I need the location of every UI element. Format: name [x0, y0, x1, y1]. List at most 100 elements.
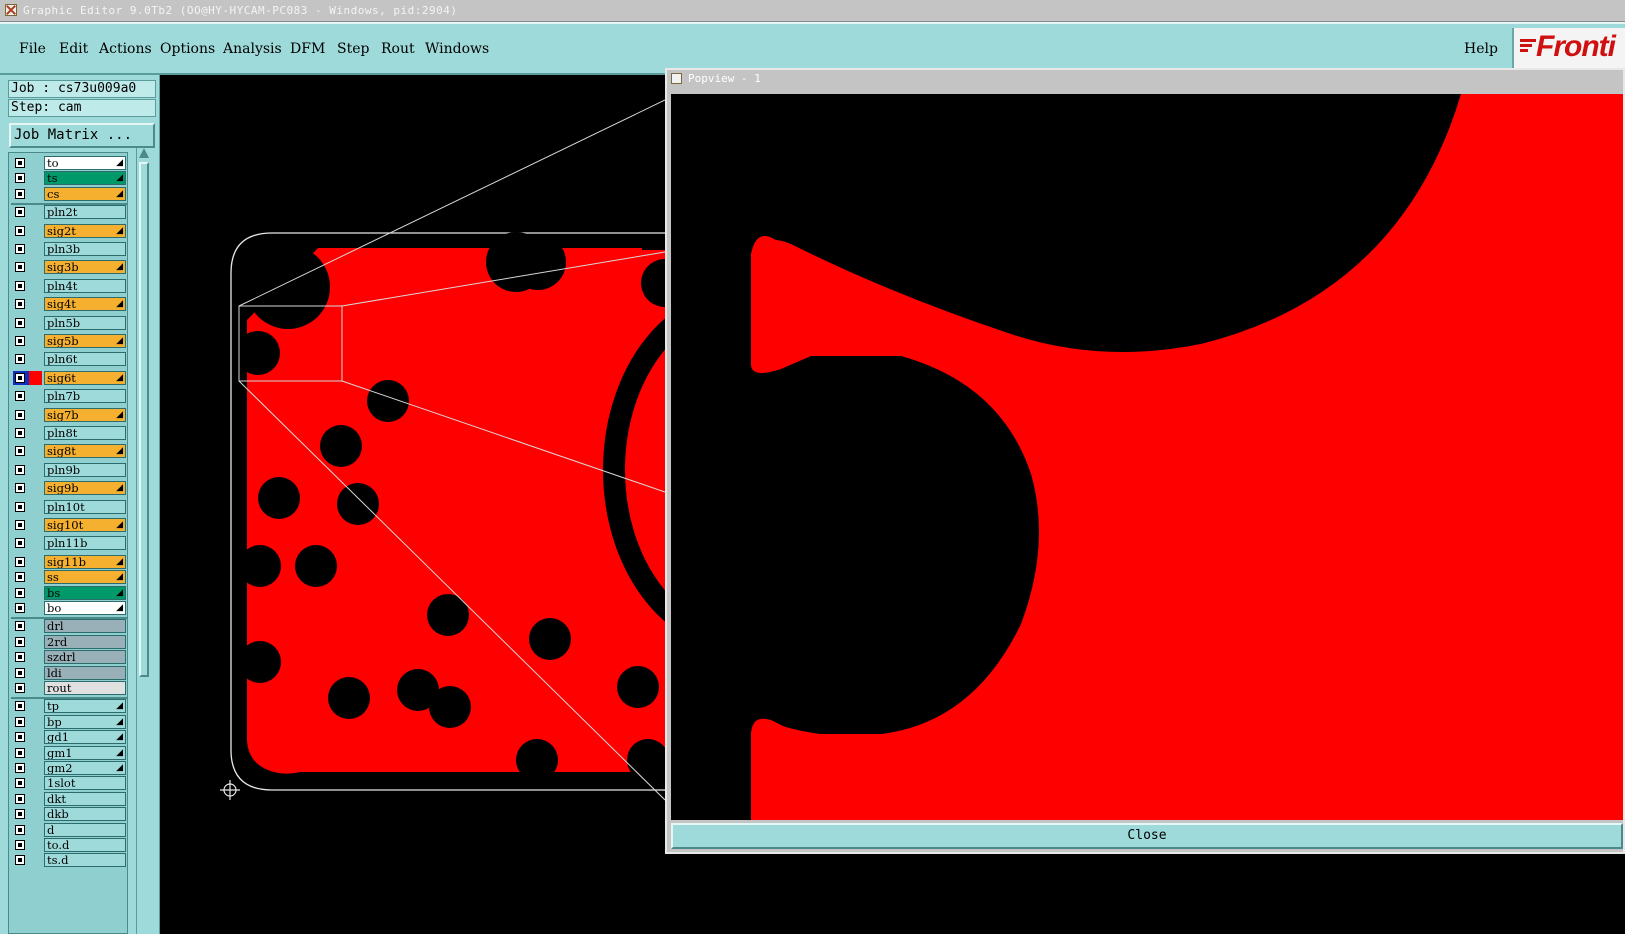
layer-checkbox[interactable] [15, 391, 25, 402]
layer-row-bs[interactable]: bs ◢ [11, 585, 127, 600]
layer-checkbox[interactable] [15, 409, 25, 420]
layer-context-arrow-icon[interactable]: ◢ [116, 225, 123, 237]
layer-context-arrow-icon[interactable]: ◢ [116, 188, 123, 200]
popview-canvas[interactable] [671, 94, 1623, 820]
layer-checkbox[interactable] [15, 572, 25, 583]
layer-checkbox[interactable] [15, 538, 25, 549]
layer-context-arrow-icon[interactable]: ◢ [116, 372, 123, 384]
layer-name[interactable]: sig6t ◢ [44, 370, 126, 385]
layer-name[interactable]: bs ◢ [44, 585, 126, 600]
layer-checkbox[interactable] [15, 483, 25, 494]
layer-row-tp[interactable]: tp ◢ [11, 699, 127, 714]
layer-checkbox[interactable] [15, 793, 25, 804]
menu-help[interactable]: Help [1464, 41, 1498, 57]
layer-row-szdrl[interactable]: szdrl [11, 650, 127, 665]
layer-name[interactable]: pln4t [44, 278, 126, 293]
layer-row-ldi[interactable]: ldi [11, 665, 127, 680]
layer-name[interactable]: gd1 ◢ [44, 730, 126, 745]
layer-row-sig10t[interactable]: sig10t ◢ [11, 518, 127, 532]
layer-name[interactable]: pln10t [44, 499, 126, 514]
layer-row-bo[interactable]: bo ◢ [11, 601, 127, 615]
layer-checkbox[interactable] [15, 225, 25, 236]
popview-close-button[interactable]: Close [671, 823, 1623, 849]
layer-checkbox[interactable] [15, 636, 25, 647]
layer-checkbox[interactable] [15, 280, 25, 291]
layer-name[interactable]: pln2t [44, 205, 126, 220]
layer-name[interactable]: sig5b ◢ [44, 334, 126, 348]
layer-checkbox[interactable] [15, 299, 25, 310]
layer-row-sig6t[interactable]: sig6t ◢ [11, 370, 127, 385]
layer-name[interactable]: ldi [44, 665, 126, 680]
layer-row-drl[interactable]: drl [11, 619, 127, 634]
layer-row-pln8t[interactable]: pln8t [11, 426, 127, 440]
layer-row-1slot[interactable]: 1slot [11, 776, 127, 791]
layer-row-gm2[interactable]: gm2 ◢ [11, 761, 127, 775]
layer-context-arrow-icon[interactable]: ◢ [116, 335, 123, 347]
layer-row-dkb[interactable]: dkb [11, 807, 127, 822]
layer-row-rout[interactable]: rout [11, 681, 127, 695]
layer-row-bp[interactable]: bp ◢ [11, 714, 127, 729]
layer-row-2rd[interactable]: 2rd [11, 634, 127, 649]
layer-name[interactable]: gm2 ◢ [44, 761, 126, 775]
layer-checkbox[interactable] [15, 158, 25, 168]
layer-row-pln7b[interactable]: pln7b [11, 389, 127, 404]
layer-row-pln10t[interactable]: pln10t [11, 499, 127, 514]
layer-checkbox[interactable] [15, 262, 25, 273]
layer-checkbox[interactable] [15, 244, 25, 254]
layer-checkbox[interactable] [15, 372, 25, 383]
layer-context-arrow-icon[interactable]: ◢ [116, 747, 123, 759]
menu-dfm[interactable]: DFM [290, 41, 325, 57]
layer-context-arrow-icon[interactable]: ◢ [116, 261, 123, 273]
layer-context-arrow-icon[interactable]: ◢ [116, 172, 123, 184]
layer-checkbox[interactable] [15, 667, 25, 678]
layer-name[interactable]: to ◢ [44, 156, 126, 170]
layer-name[interactable]: sig7b ◢ [44, 407, 126, 422]
layer-name[interactable]: d [44, 822, 126, 837]
layer-context-arrow-icon[interactable]: ◢ [116, 445, 123, 457]
layer-row-pln6t[interactable]: pln6t [11, 352, 127, 367]
layer-context-arrow-icon[interactable]: ◢ [116, 409, 123, 421]
layer-checkbox[interactable] [15, 207, 25, 218]
layer-row-dkt[interactable]: dkt [11, 791, 127, 806]
layer-context-arrow-icon[interactable]: ◢ [116, 519, 123, 531]
layer-name[interactable]: ss ◢ [44, 570, 126, 585]
menu-options[interactable]: Options [160, 41, 215, 57]
layer-checkbox[interactable] [15, 778, 25, 789]
layer-checkbox[interactable] [15, 732, 25, 743]
layer-name[interactable]: sig2t ◢ [44, 223, 126, 238]
layer-checkbox[interactable] [15, 188, 25, 199]
layer-name[interactable]: sig9b ◢ [44, 481, 126, 496]
layer-name[interactable]: pln8t [44, 426, 126, 440]
layer-name[interactable]: pln5b [44, 315, 126, 330]
layer-name[interactable]: pln7b [44, 389, 126, 404]
layer-name[interactable]: ts.d [44, 853, 126, 868]
layer-checkbox[interactable] [15, 336, 25, 346]
layer-context-arrow-icon[interactable]: ◢ [116, 482, 123, 494]
job-matrix-button[interactable]: Job Matrix ... [9, 123, 155, 148]
layer-checkbox[interactable] [15, 763, 25, 773]
layer-name[interactable]: pln9b [44, 462, 126, 477]
layer-name[interactable]: rout [44, 681, 126, 695]
layer-row-pln4t[interactable]: pln4t [11, 278, 127, 293]
layer-row-pln3b[interactable]: pln3b [11, 242, 127, 256]
layer-row-to[interactable]: to ◢ [11, 156, 127, 170]
layer-name[interactable]: szdrl [44, 650, 126, 665]
layer-checkbox[interactable] [15, 428, 25, 438]
layer-context-arrow-icon[interactable]: ◢ [116, 602, 123, 614]
layer-row-sig5b[interactable]: sig5b ◢ [11, 334, 127, 348]
menu-windows[interactable]: Windows [425, 41, 489, 57]
layer-name[interactable]: sig3b ◢ [44, 260, 126, 275]
layer-checkbox[interactable] [15, 716, 25, 727]
popview-title-bar[interactable]: Popview - 1 [667, 70, 1623, 88]
layer-row-d[interactable]: d [11, 822, 127, 837]
layer-row-gm1[interactable]: gm1 ◢ [11, 745, 127, 760]
layer-name[interactable]: bo ◢ [44, 601, 126, 615]
layer-checkbox[interactable] [15, 317, 25, 328]
layer-checkbox[interactable] [15, 824, 25, 835]
layer-context-arrow-icon[interactable]: ◢ [116, 556, 123, 568]
layer-row-pln2t[interactable]: pln2t [11, 205, 127, 220]
layer-name[interactable]: sig8t ◢ [44, 444, 126, 459]
layer-checkbox[interactable] [15, 809, 25, 820]
layer-name[interactable]: pln11b [44, 536, 126, 551]
layer-row-to-d[interactable]: to.d [11, 838, 127, 852]
